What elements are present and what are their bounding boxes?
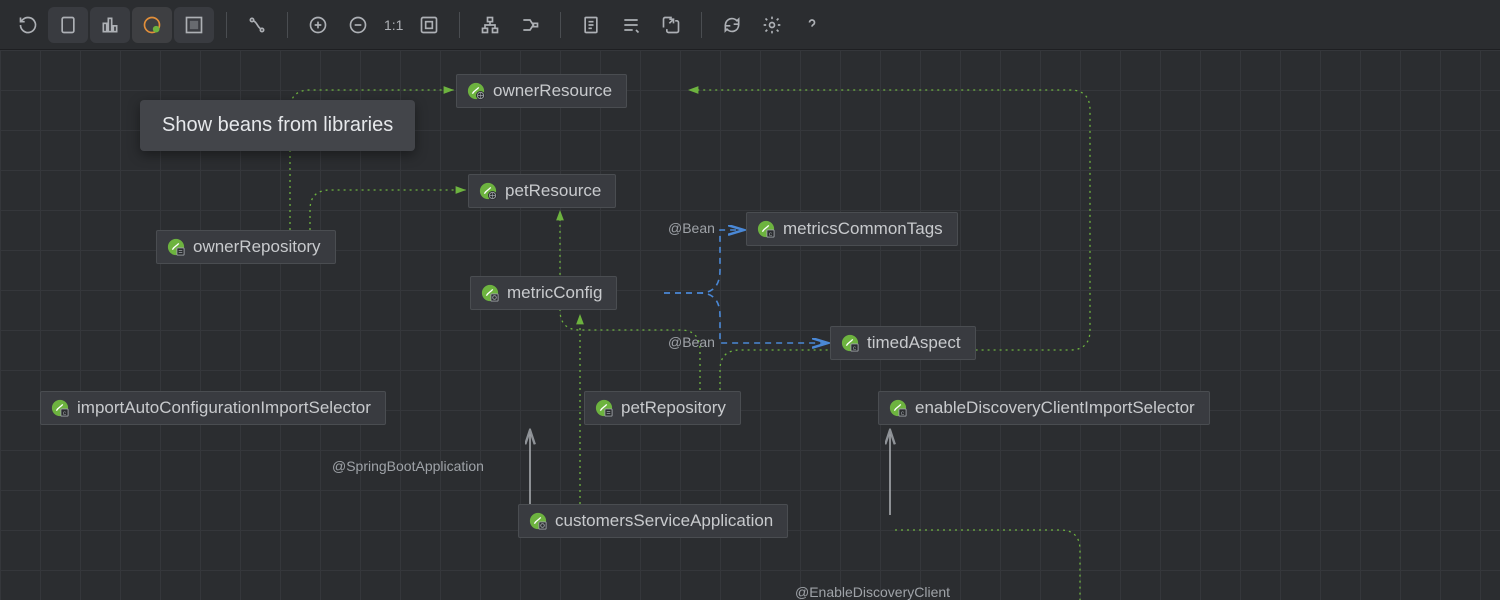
node-label: petResource [505,181,601,201]
node-ownerResource[interactable]: ownerResource [456,74,627,108]
divider [226,12,227,38]
node-metricsCommonTags[interactable]: c metricsCommonTags [746,212,958,246]
node-label: importAutoConfigurationImportSelector [77,398,371,418]
spring-config-icon [481,284,499,302]
zoom-out-icon[interactable] [338,7,378,43]
bar-chart-icon[interactable] [90,7,130,43]
divider [287,12,288,38]
help-icon[interactable] [792,7,832,43]
node-label: metricConfig [507,283,602,303]
spring-web-icon [467,82,485,100]
spring-repo-icon [167,238,185,256]
edge-label-springbootapp: @SpringBootApplication [332,458,484,474]
tooltip-text: Show beans from libraries [162,114,393,136]
node-label: customersServiceApplication [555,511,773,531]
zoom-scale-label[interactable]: 1:1 [378,17,409,33]
refresh-icon[interactable] [712,7,752,43]
node-ownerRepository[interactable]: ownerRepository [156,230,336,264]
zoom-in-icon[interactable] [298,7,338,43]
select-frame-icon[interactable] [174,7,214,43]
node-petRepository[interactable]: petRepository [584,391,741,425]
edge-label-bean: @Bean [668,334,715,350]
svg-text:c: c [63,410,66,417]
node-enableDiscoveryClientImportSelector[interactable]: c enableDiscoveryClientImportSelector [878,391,1210,425]
fit-content-icon[interactable] [409,7,449,43]
edge-label-enablediscovery: @EnableDiscoveryClient [795,584,950,600]
spring-component-icon: c [889,399,907,417]
gear-icon[interactable] [752,7,792,43]
svg-text:c: c [769,231,772,238]
spring-web-icon [479,182,497,200]
spring-component-icon: c [757,220,775,238]
spring-libraries-icon[interactable] [132,7,172,43]
list-icon[interactable] [611,7,651,43]
edge-label-bean: @Bean [668,220,715,236]
svg-text:c: c [853,345,856,352]
spring-component-icon: c [51,399,69,417]
route-icon[interactable] [510,7,550,43]
divider [560,12,561,38]
node-metricConfig[interactable]: metricConfig [470,276,617,310]
diagram-canvas[interactable]: ownerResource petResource ownerRepositor… [0,50,1500,600]
spring-repo-icon [595,399,613,417]
toolbar: 1:1 [0,0,1500,50]
node-timedAspect[interactable]: c timedAspect [830,326,976,360]
tooltip: Show beans from libraries [140,100,415,151]
export-icon[interactable] [651,7,691,43]
svg-text:c: c [901,410,904,417]
document-icon[interactable] [571,7,611,43]
file-view-icon[interactable] [48,7,88,43]
node-importAutoConfigurationImportSelector[interactable]: c importAutoConfigurationImportSelector [40,391,386,425]
path-icon[interactable] [237,7,277,43]
node-customersServiceApplication[interactable]: customersServiceApplication [518,504,788,538]
node-label: ownerResource [493,81,612,101]
reset-icon[interactable] [8,7,48,43]
layout-icon[interactable] [470,7,510,43]
node-label: metricsCommonTags [783,219,943,239]
divider [459,12,460,38]
node-label: timedAspect [867,333,961,353]
node-label: enableDiscoveryClientImportSelector [915,398,1195,418]
node-label: ownerRepository [193,237,321,257]
node-label: petRepository [621,398,726,418]
spring-config-icon [529,512,547,530]
spring-component-icon: c [841,334,859,352]
node-petResource[interactable]: petResource [468,174,616,208]
divider [701,12,702,38]
